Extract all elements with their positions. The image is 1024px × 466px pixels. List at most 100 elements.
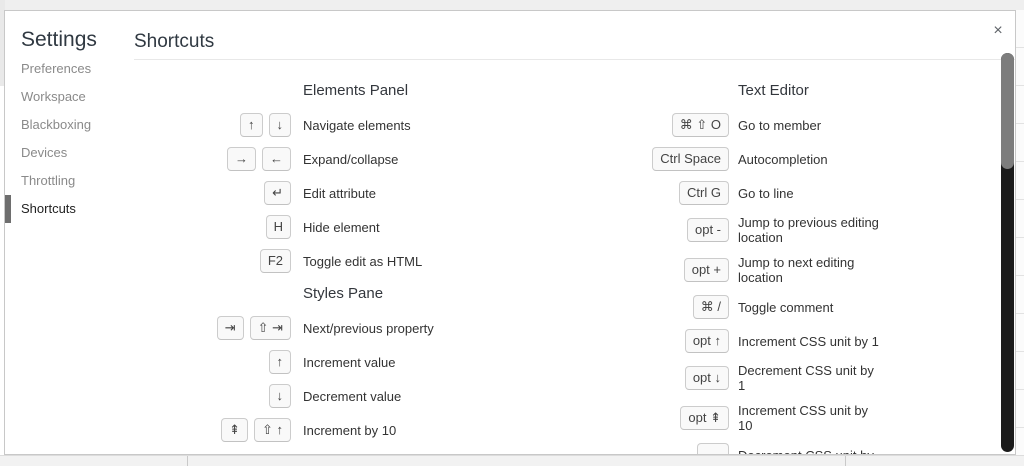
shortcuts-content: Shortcuts Elements Panel↑↓Navigate eleme… <box>134 11 1015 454</box>
shortcut-description: Navigate elements <box>303 118 411 133</box>
shortcut-description: Increment value <box>303 355 396 370</box>
shortcut-description: Increment CSS unit by 10 <box>738 403 868 433</box>
key-group: F2 <box>134 249 291 273</box>
shortcut-description: Increment CSS unit by 1 <box>738 334 879 349</box>
settings-sidebar: Settings Preferences Workspace Blackboxing… <box>5 11 134 454</box>
shortcut-description: Go to line <box>738 186 794 201</box>
key-group: opt ↑ <box>604 329 729 353</box>
key-group: opt + <box>604 258 729 282</box>
shortcut-description: Go to member <box>738 118 821 133</box>
shortcut-key: opt - <box>687 218 729 242</box>
shortcut-row: ↑ Increment value <box>134 350 604 374</box>
page-background-rows <box>1015 10 1024 455</box>
shortcut-description: Jump to previous editing location <box>738 215 879 245</box>
shortcut-row: ⇥⇧ ⇥Next/previous property <box>134 316 604 340</box>
shortcut-row: F2 Toggle edit as HTML <box>134 249 604 273</box>
shortcut-key: ↵ <box>264 181 291 205</box>
shortcut-row: ↵Edit attribute <box>134 181 604 205</box>
section-title: Styles Pane <box>303 284 604 304</box>
shortcut-key: Ctrl G <box>679 181 729 205</box>
key-group: ↑↓ <box>134 113 291 137</box>
shortcut-description: Increment by 10 <box>303 423 396 438</box>
shortcuts-column-right: Text Editor ⌘ ⇧ O Go to member Ctrl Space Au… <box>604 81 879 455</box>
shortcut-row: H Hide element <box>134 215 604 239</box>
background-divider <box>187 456 188 466</box>
shortcut-key: ↑ <box>269 350 292 374</box>
key-group: Ctrl G <box>604 181 729 205</box>
page-background-bottom <box>0 455 1024 466</box>
page-title: Shortcuts <box>134 31 1015 53</box>
shortcut-description: Decrement CSS unit by <box>738 448 874 456</box>
shortcut-key: F2 <box>260 249 291 273</box>
shortcut-key: opt + <box>684 258 729 282</box>
shortcut-row: opt + Jump to next editing location <box>604 255 879 285</box>
shortcut-key: Ctrl Space <box>652 147 729 171</box>
shortcut-description: Decrement CSS unit by 1 <box>738 363 874 393</box>
shortcut-row: opt ⇞ Increment CSS unit by 10 <box>604 403 879 433</box>
sidebar-item-label: Blackboxing <box>21 117 91 132</box>
key-group <box>604 443 729 455</box>
shortcut-description: Expand/collapse <box>303 152 398 167</box>
shortcut-key: ↓ <box>269 384 292 408</box>
sidebar-item-label: Preferences <box>21 61 91 76</box>
shortcut-key: opt ⇞ <box>680 406 729 430</box>
sidebar-item-shortcuts[interactable]: Shortcuts <box>21 195 134 223</box>
shortcut-key: ⇧ ↑ <box>254 418 291 442</box>
shortcut-row: opt - Jump to previous editing location <box>604 215 879 245</box>
shortcut-row: opt ↑ Increment CSS unit by 1 <box>604 329 879 353</box>
settings-dialog: × Settings Preferences Workspace Blackboxi… <box>4 10 1016 455</box>
close-icon[interactable]: × <box>989 22 1007 40</box>
key-group: ⌘ / <box>604 295 729 319</box>
settings-title: Settings <box>21 27 134 53</box>
shortcut-key: ⌘ ⇧ O <box>672 113 729 137</box>
key-group: H <box>134 215 291 239</box>
shortcut-row: ↓ Decrement value <box>134 384 604 408</box>
sidebar-item-devices[interactable]: Devices <box>21 139 134 167</box>
section-text-editor: Text Editor ⌘ ⇧ O Go to member Ctrl Space Au… <box>604 81 879 455</box>
shortcut-key: → <box>227 147 256 171</box>
section-elements-panel: Elements Panel ↑↓ Navigate elements →← Expan… <box>134 81 604 273</box>
shortcut-key: opt ↓ <box>685 366 729 390</box>
key-group: ↓ <box>134 384 291 408</box>
key-group: opt ↓ <box>604 366 729 390</box>
shortcut-row: →← Expand/collapse <box>134 147 604 171</box>
shortcut-key: ⌘ / <box>693 295 729 319</box>
sidebar-item-throttling[interactable]: Throttling <box>21 167 134 195</box>
sidebar-item-blackboxing[interactable]: Blackboxing <box>21 111 134 139</box>
key-group: opt ⇞ <box>604 406 729 430</box>
key-group: ⌘ ⇧ O <box>604 113 729 137</box>
shortcut-row: ⌘ ⇧ O Go to member <box>604 113 879 137</box>
shortcut-row: ⇞⇧ ↑ Increment by 10 <box>134 418 604 442</box>
sidebar-item-workspace[interactable]: Workspace <box>21 83 134 111</box>
sidebar-item-label: Workspace <box>21 89 86 104</box>
shortcut-description: Decrement value <box>303 389 401 404</box>
shortcut-description: Toggle edit as HTML <box>303 254 422 269</box>
shortcut-key: opt ↑ <box>685 329 729 353</box>
shortcut-row: ↑↓ Navigate elements <box>134 113 604 137</box>
shortcut-columns: Elements Panel↑↓Navigate elements→←Expan… <box>134 60 1015 455</box>
shortcut-row: opt ↓ Decrement CSS unit by 1 <box>604 363 879 393</box>
selected-indicator <box>5 195 11 223</box>
scrollbar-thumb[interactable] <box>1001 53 1014 169</box>
shortcut-key: ↑ <box>240 113 263 137</box>
section-title: Elements Panel <box>303 81 604 101</box>
section-title: Text Editor <box>738 81 879 101</box>
sidebar-item-preferences[interactable]: Preferences <box>21 55 134 83</box>
page-background-top <box>0 0 1024 10</box>
key-group: ⇥⇧ ⇥ <box>134 316 291 340</box>
shortcut-row: Ctrl Space Autocompletion <box>604 147 879 171</box>
sidebar-item-label: Throttling <box>21 173 75 188</box>
shortcut-description: Autocompletion <box>738 152 828 167</box>
shortcut-key: ↓ <box>269 113 292 137</box>
key-group: →← <box>134 147 291 171</box>
shortcut-key: ⇧ ⇥ <box>250 316 291 340</box>
shortcut-key <box>697 443 729 455</box>
sidebar-items: Preferences Workspace Blackboxing Devices Th… <box>21 55 134 223</box>
shortcut-description: Jump to next editing location <box>738 255 854 285</box>
shortcut-description: Hide element <box>303 220 380 235</box>
key-group: ↑ <box>134 350 291 374</box>
key-group: opt - <box>604 218 729 242</box>
shortcut-row: ⌘ /Toggle comment <box>604 295 879 319</box>
shortcut-row: Decrement CSS unit by <box>604 443 879 455</box>
shortcut-key: ⇞ <box>221 418 248 442</box>
